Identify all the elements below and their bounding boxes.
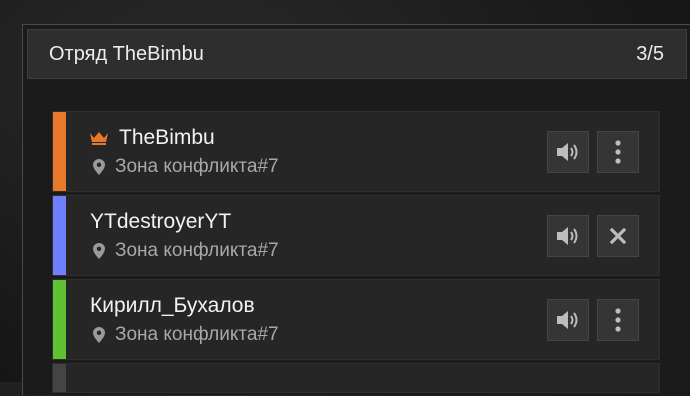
member-name: Кирилл_Бухалов <box>90 294 255 317</box>
more-vertical-icon <box>615 140 621 164</box>
crown-icon <box>90 132 108 145</box>
member-row[interactable]: Кирилл_Бухалов Зона конфликта#7 <box>52 279 660 360</box>
voice-button[interactable] <box>547 299 589 341</box>
location-pin-icon <box>93 159 105 175</box>
member-row[interactable]: TheBimbu Зона конфликта#7 <box>52 111 660 192</box>
squad-title: Отряд TheBimbu <box>49 42 204 65</box>
speaker-icon <box>557 227 578 245</box>
member-location: Зона конфликта#7 <box>115 240 279 261</box>
member-name: TheBimbu <box>119 126 215 149</box>
location-pin-icon <box>93 243 105 259</box>
member-location: Зона конфликта#7 <box>115 156 279 177</box>
speaker-icon <box>557 311 578 329</box>
member-menu-button[interactable] <box>597 299 639 341</box>
member-row[interactable]: YTdestroyerYT Зона конфликта#7 <box>52 195 660 276</box>
kick-member-button[interactable] <box>597 215 639 257</box>
location-pin-icon <box>93 327 105 343</box>
member-color-stripe <box>53 112 66 191</box>
empty-slot-row[interactable] <box>52 363 660 393</box>
squad-count: 3/5 <box>636 42 664 65</box>
member-list: TheBimbu Зона конфликта#7 YTdestroyerYT … <box>52 111 660 396</box>
member-color-stripe <box>53 196 66 275</box>
squad-header: Отряд TheBimbu 3/5 <box>27 29 687 79</box>
member-color-stripe <box>53 280 66 359</box>
member-name: YTdestroyerYT <box>90 210 232 233</box>
speaker-icon <box>557 143 578 161</box>
member-location: Зона конфликта#7 <box>115 324 279 345</box>
more-vertical-icon <box>615 308 621 332</box>
member-menu-button[interactable] <box>597 131 639 173</box>
voice-button[interactable] <box>547 215 589 257</box>
voice-button[interactable] <box>547 131 589 173</box>
empty-slot-stripe <box>53 364 66 392</box>
close-icon <box>610 228 626 244</box>
